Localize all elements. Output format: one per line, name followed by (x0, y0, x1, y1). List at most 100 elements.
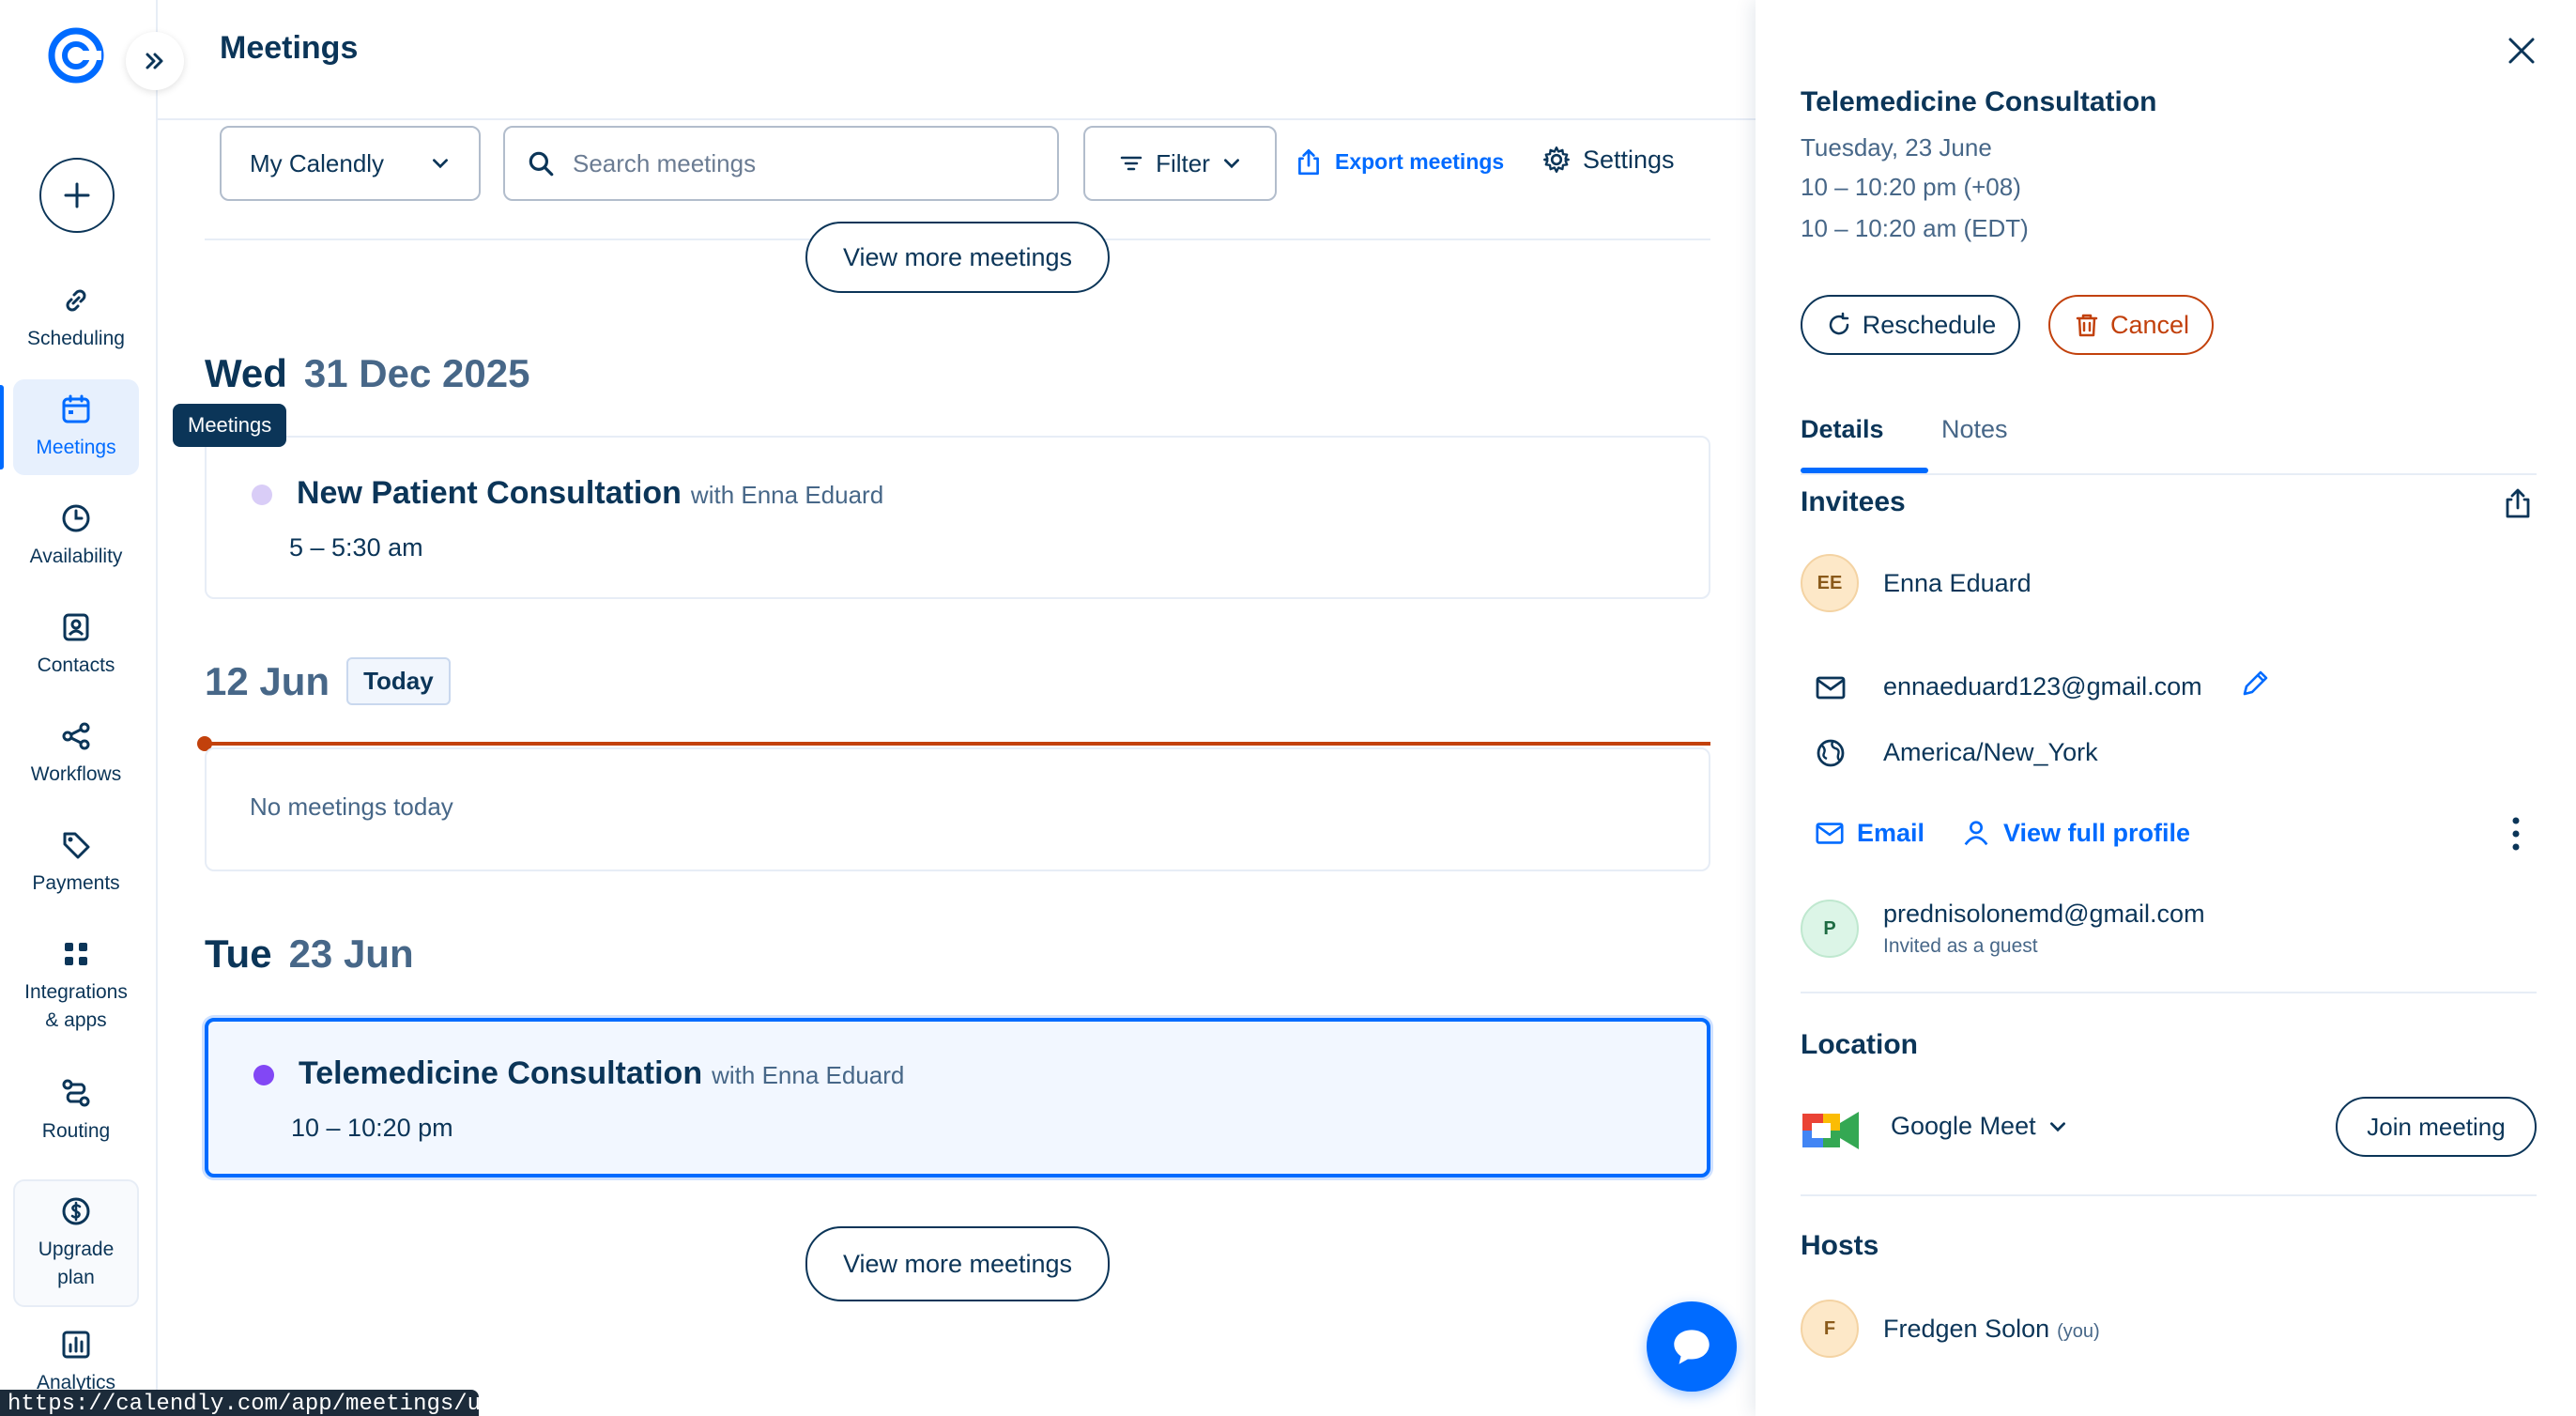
sidebar-item-label: Contacts (37, 654, 115, 676)
meeting-card-selected[interactable]: Telemedicine Consultation with Enna Edua… (205, 1018, 1710, 1177)
routing-icon (62, 1079, 90, 1107)
plus-icon (64, 182, 90, 208)
link-icon (66, 289, 86, 312)
pencil-icon (2243, 670, 2268, 696)
gear-icon (1543, 146, 1570, 173)
export-meetings-link[interactable]: Export meetings (1294, 146, 1504, 177)
view-profile-label: View full profile (2003, 818, 2191, 847)
location-heading: Location (1801, 1029, 1918, 1060)
sidebar-item-scheduling[interactable]: Scheduling (13, 270, 139, 366)
sidebar-item-availability[interactable]: Availability (13, 488, 139, 584)
sidebar-item-upgrade-plan[interactable]: Upgrade plan (13, 1179, 139, 1307)
section-divider (1801, 992, 2537, 993)
sidebar-item-label: Meetings (36, 437, 116, 458)
share-invitees-button[interactable] (2501, 486, 2537, 522)
search-input[interactable] (573, 148, 1023, 178)
host-row: Fredgen Solon (you) (1883, 1315, 2100, 1344)
left-sidebar: Scheduling Meetings Availability Contact… (0, 0, 158, 1416)
meeting-time: 10 – 10:20 pm (291, 1114, 453, 1142)
sidebar-item-meetings[interactable]: Meetings (13, 379, 139, 475)
more-options-button[interactable] (2497, 813, 2535, 854)
expand-sidebar-button[interactable] (126, 32, 184, 90)
view-more-meetings-bottom-button[interactable]: View more meetings (805, 1226, 1110, 1301)
day-date: 23 Jun (288, 931, 414, 976)
vertical-dots-icon (2512, 817, 2520, 851)
meeting-invitee: with Enna Eduard (712, 1061, 905, 1089)
no-meetings-text: No meetings today (250, 793, 453, 821)
sidebar-item-label: Availability (29, 546, 123, 567)
sidebar-item-integrations[interactable]: Integrations & apps (13, 924, 139, 1048)
day-header: 12 Jun Today (205, 657, 451, 705)
edit-email-button[interactable] (2238, 667, 2272, 700)
globe-icon (1817, 739, 1845, 767)
reschedule-button[interactable]: Reschedule (1801, 295, 2020, 355)
active-nav-indicator (0, 385, 4, 469)
filter-icon (1120, 156, 1142, 171)
avatar: F (1801, 1300, 1859, 1358)
hosts-heading: Hosts (1801, 1230, 1879, 1261)
meeting-details-panel: Telemedicine Consultation Tuesday, 23 Ju… (1756, 0, 2576, 1416)
search-icon (529, 151, 554, 177)
view-more-label: View more meetings (842, 1249, 1073, 1278)
chat-support-button[interactable] (1647, 1301, 1737, 1392)
export-icon (1298, 148, 1319, 176)
view-more-label: View more meetings (842, 242, 1073, 271)
filter-button[interactable]: Filter (1083, 126, 1277, 201)
tab-notes[interactable]: Notes (1941, 415, 2008, 444)
double-chevron-right-icon (146, 53, 163, 69)
meeting-card[interactable]: New Patient Consultation with Enna Eduar… (205, 436, 1710, 599)
day-header: Wed 31 Dec 2025 (205, 351, 529, 396)
view-more-meetings-top-button[interactable]: View more meetings (805, 222, 1110, 293)
chevron-down-icon (433, 159, 448, 169)
cancel-meeting-button[interactable]: Cancel (2048, 295, 2214, 355)
reschedule-label: Reschedule (1862, 310, 1997, 339)
sidebar-item-workflows[interactable]: Workflows (13, 706, 139, 802)
sidebar-tooltip: Meetings (173, 404, 287, 447)
sidebar-item-label: Workflows (30, 763, 122, 785)
tag-icon (63, 832, 90, 859)
apps-grid-icon (65, 943, 87, 965)
host-you-tag: (you) (2057, 1321, 2100, 1342)
workflow-icon (62, 722, 90, 750)
sidebar-item-label: Integrations & apps (24, 981, 128, 1031)
sidebar-item-label: Scheduling (27, 328, 125, 349)
join-meeting-button[interactable]: Join meeting (2336, 1097, 2537, 1157)
location-select[interactable]: Google Meet (1891, 1112, 2068, 1141)
refresh-icon (1829, 312, 1848, 335)
trash-icon (2076, 314, 2098, 337)
section-divider (1801, 1194, 2537, 1196)
sidebar-item-label: Routing (41, 1120, 111, 1142)
chevron-down-icon (2049, 1121, 2065, 1131)
calendar-select-value: My Calendly (250, 148, 385, 177)
settings-link[interactable]: Settings (1541, 145, 1675, 175)
meeting-title: New Patient Consultation (297, 475, 682, 511)
person-icon (1964, 821, 1988, 846)
current-time-line (205, 742, 1710, 746)
calendly-logo-icon[interactable] (47, 26, 105, 85)
active-tab-indicator (1801, 468, 1928, 473)
cancel-label: Cancel (2109, 310, 2190, 339)
create-plus-button[interactable] (39, 158, 115, 233)
sidebar-item-label: Payments (32, 872, 120, 894)
settings-label: Settings (1583, 145, 1675, 174)
sidebar-item-contacts[interactable]: Contacts (13, 597, 139, 693)
contact-card-icon (63, 613, 89, 641)
calendar-select[interactable]: My Calendly (220, 126, 481, 201)
tab-details[interactable]: Details (1801, 415, 1884, 444)
location-name: Google Meet (1891, 1112, 2036, 1140)
close-panel-button[interactable] (2503, 32, 2540, 69)
google-meet-logo-icon (1801, 1104, 1863, 1157)
header-divider (158, 118, 1756, 120)
page-title: Meetings (220, 30, 359, 66)
sidebar-item-payments[interactable]: Payments (13, 815, 139, 911)
day-date: 12 Jun (205, 658, 330, 703)
mail-icon (1816, 823, 1844, 844)
link-status-url: https://calendly.com/app/meetings/user/m… (0, 1390, 479, 1416)
email-invitee-link[interactable]: Email (1814, 817, 1924, 849)
day-of-week: Tue (205, 931, 272, 976)
sidebar-item-routing[interactable]: Routing (13, 1063, 139, 1159)
avatar: P (1801, 900, 1859, 958)
day-header: Tue 23 Jun (205, 931, 414, 977)
view-full-profile-link[interactable]: View full profile (1960, 817, 2190, 849)
panel-meeting-date: Tuesday, 23 June (1801, 133, 1992, 162)
